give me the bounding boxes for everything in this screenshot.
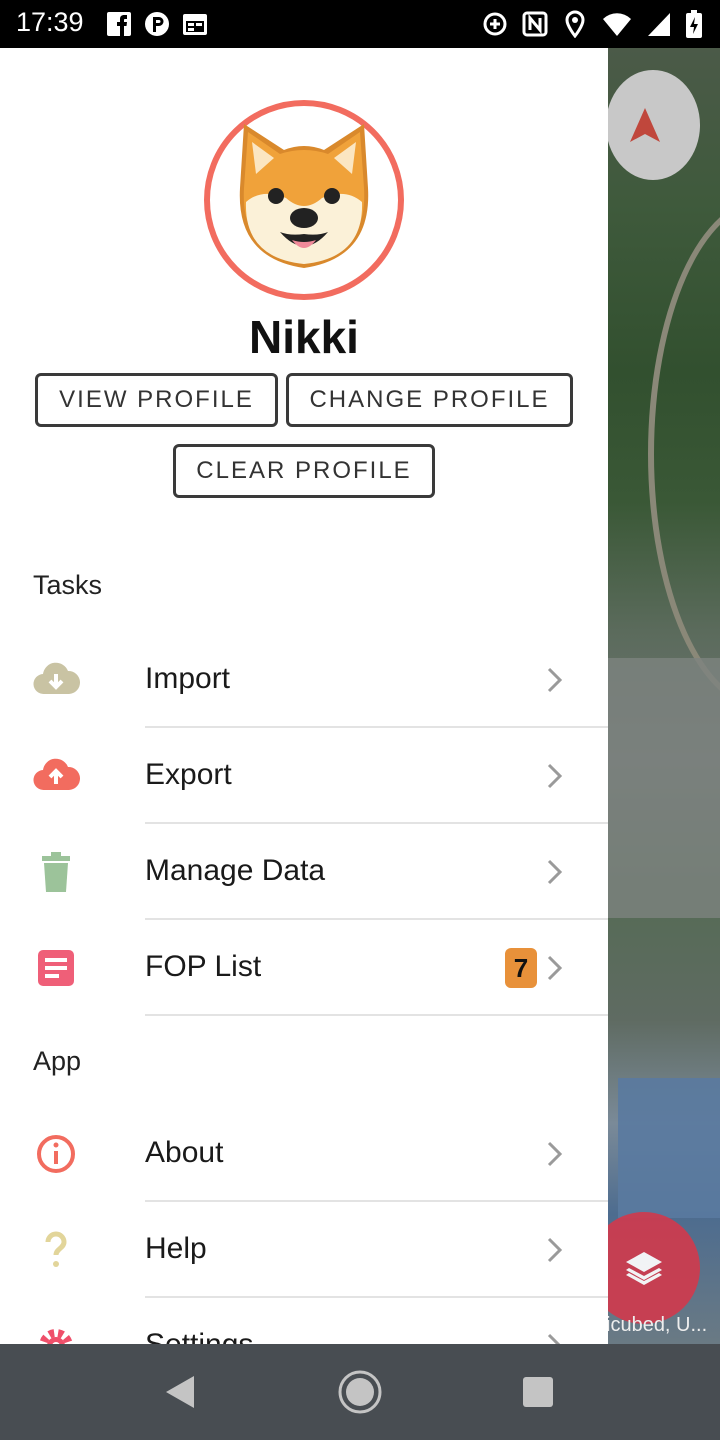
menu-label: Settings [145, 1328, 253, 1344]
profile-name: Nikki [249, 311, 359, 363]
menu-label: FOP List [145, 950, 262, 983]
chevron-right-icon [547, 955, 563, 981]
section-header-app: App [33, 1046, 82, 1076]
menu-label: About [145, 1136, 224, 1169]
clear-profile-button[interactable]: CLEAR PROFILE [173, 444, 435, 498]
map-building [608, 658, 720, 918]
facebook-icon [107, 12, 131, 36]
question-icon [45, 1231, 67, 1267]
status-time: 17:39 [16, 7, 84, 37]
menu-item-manage-data[interactable]: Manage Data [0, 824, 608, 920]
section-header-tasks: Tasks [33, 570, 103, 600]
menu-label: Export [145, 758, 232, 791]
menu-label: Import [145, 662, 231, 695]
menu-label: Manage Data [145, 854, 326, 887]
chevron-right-icon [547, 859, 563, 885]
info-icon [37, 1135, 75, 1173]
menu-item-export[interactable]: Export [0, 728, 608, 824]
change-profile-button[interactable]: CHANGE PROFILE [286, 373, 573, 427]
avatar[interactable] [204, 100, 404, 300]
compass-button[interactable] [606, 70, 700, 180]
navigation-arrow-icon [630, 108, 660, 142]
chevron-right-icon [547, 763, 563, 789]
nfc-icon [522, 11, 548, 37]
chevron-right-icon [547, 667, 563, 693]
map-building [618, 1078, 720, 1218]
system-nav-bar [0, 1344, 720, 1440]
p-app-icon [145, 12, 169, 36]
back-icon[interactable] [164, 1374, 196, 1410]
view-profile-button[interactable]: VIEW PROFILE [35, 373, 278, 427]
trash-icon [42, 852, 70, 892]
wifi-icon [603, 13, 631, 37]
menu-item-settings[interactable]: Settings [0, 1298, 608, 1344]
list-document-icon [38, 950, 74, 986]
count-badge: 7 [505, 948, 537, 988]
menu-item-about[interactable]: About [0, 1106, 608, 1202]
map-road [648, 198, 720, 710]
divider [145, 1014, 608, 1016]
navigation-drawer: Nikki VIEW PROFILE CHANGE PROFILE CLEAR … [0, 48, 608, 1344]
data-saver-icon [483, 12, 507, 36]
cloud-upload-icon [33, 758, 80, 791]
chevron-right-icon [547, 1141, 563, 1167]
layers-icon [626, 1252, 662, 1285]
battery-icon [686, 10, 702, 38]
recents-icon[interactable] [522, 1376, 554, 1408]
shiba-dog-avatar-icon [239, 124, 369, 268]
gear-icon [39, 1329, 73, 1344]
cell-signal-icon [648, 13, 670, 36]
chevron-right-icon [547, 1333, 561, 1344]
menu-item-help[interactable]: Help [0, 1202, 608, 1298]
calendar-icon [183, 14, 207, 35]
chevron-right-icon [547, 1237, 563, 1263]
cloud-download-icon [33, 662, 80, 695]
menu-item-fop-list[interactable]: FOP List 7 [0, 920, 608, 1016]
map-view[interactable] [608, 48, 720, 1344]
home-icon[interactable] [336, 1368, 384, 1416]
menu-item-import[interactable]: Import [0, 632, 608, 728]
location-icon [565, 10, 585, 38]
menu-label: Help [145, 1232, 207, 1265]
map-attribution: icubed, U... [606, 1314, 708, 1336]
status-bar: 17:39 [0, 0, 720, 48]
